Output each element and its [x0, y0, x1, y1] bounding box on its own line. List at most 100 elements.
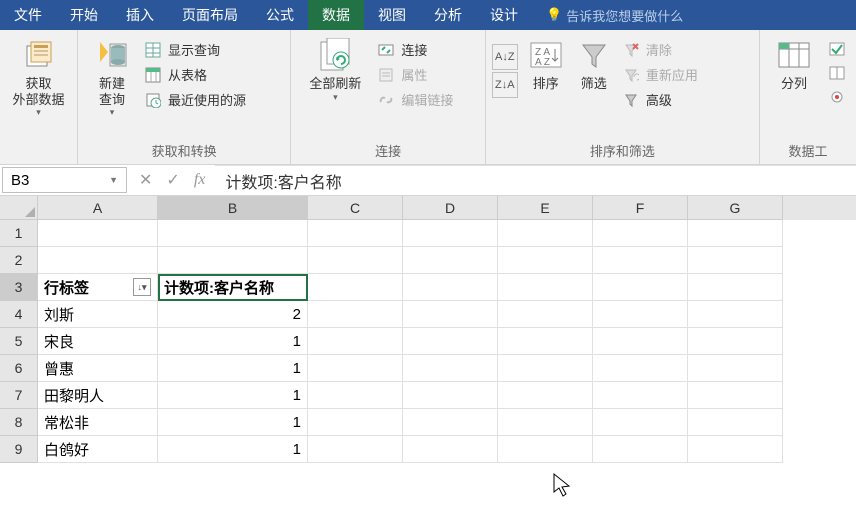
cell[interactable]: 刘斯	[38, 301, 158, 328]
tab-design[interactable]: 设计	[476, 0, 532, 30]
cell[interactable]	[403, 355, 498, 382]
fx-icon[interactable]: fx	[194, 171, 206, 189]
data-tool-1[interactable]	[824, 38, 850, 60]
col-header-g[interactable]: G	[688, 196, 783, 220]
cell[interactable]	[158, 247, 308, 274]
cell[interactable]	[593, 436, 688, 463]
cell[interactable]	[498, 301, 593, 328]
cell[interactable]	[593, 301, 688, 328]
tab-view[interactable]: 视图	[364, 0, 420, 30]
tell-me[interactable]: 💡告诉我您想要做什么	[532, 0, 697, 30]
cell[interactable]: 1	[158, 355, 308, 382]
cell[interactable]	[688, 328, 783, 355]
cell[interactable]	[38, 220, 158, 247]
filter-button[interactable]: 筛选	[570, 34, 618, 92]
tab-formula[interactable]: 公式	[252, 0, 308, 30]
cell[interactable]	[308, 247, 403, 274]
cell[interactable]	[688, 247, 783, 274]
cell[interactable]: 田黎明人	[38, 382, 158, 409]
sort-desc-button[interactable]: Z↓A	[492, 72, 518, 98]
col-header-c[interactable]: C	[308, 196, 403, 220]
cell[interactable]	[38, 247, 158, 274]
col-header-e[interactable]: E	[498, 196, 593, 220]
cell[interactable]	[593, 328, 688, 355]
row-header[interactable]: 7	[0, 382, 38, 409]
row-header[interactable]: 6	[0, 355, 38, 382]
cell[interactable]: 白鸧好	[38, 436, 158, 463]
cell[interactable]	[403, 247, 498, 274]
cell[interactable]	[688, 355, 783, 382]
cell[interactable]	[498, 436, 593, 463]
row-header[interactable]: 2	[0, 247, 38, 274]
cell[interactable]	[308, 274, 403, 301]
cell[interactable]: 1	[158, 328, 308, 355]
cell[interactable]	[308, 355, 403, 382]
cell[interactable]: 1	[158, 436, 308, 463]
text-to-columns-button[interactable]: 分列	[766, 34, 822, 92]
col-header-f[interactable]: F	[593, 196, 688, 220]
cell[interactable]	[688, 436, 783, 463]
cell[interactable]	[403, 328, 498, 355]
pivot-count-header[interactable]: 计数项:客户名称	[158, 274, 308, 301]
cell[interactable]	[688, 409, 783, 436]
new-query-button[interactable]: 新建 查询 ▾	[84, 34, 140, 118]
cell[interactable]	[308, 409, 403, 436]
cancel-formula-icon[interactable]: ✕	[139, 170, 152, 190]
cell[interactable]	[498, 220, 593, 247]
cell[interactable]	[308, 382, 403, 409]
name-box[interactable]: B3 ▼	[2, 167, 127, 193]
tab-data[interactable]: 数据	[308, 0, 364, 30]
cell[interactable]	[593, 274, 688, 301]
cell[interactable]: 宋良	[38, 328, 158, 355]
from-table-button[interactable]: 从表格	[140, 63, 250, 86]
connections-button[interactable]: 连接	[373, 38, 457, 61]
tab-layout[interactable]: 页面布局	[168, 0, 252, 30]
row-header[interactable]: 3	[0, 274, 38, 301]
cell[interactable]	[498, 247, 593, 274]
cell[interactable]	[688, 382, 783, 409]
edit-links-button[interactable]: 编辑链接	[373, 88, 457, 111]
col-header-a[interactable]: A	[38, 196, 158, 220]
cell[interactable]	[593, 220, 688, 247]
row-header[interactable]: 1	[0, 220, 38, 247]
formula-input[interactable]: 计数项:客户名称	[215, 165, 856, 195]
cell[interactable]	[498, 274, 593, 301]
cell[interactable]	[308, 436, 403, 463]
row-header[interactable]: 9	[0, 436, 38, 463]
cell[interactable]	[498, 382, 593, 409]
cell[interactable]	[403, 274, 498, 301]
cell[interactable]: 常松非	[38, 409, 158, 436]
sort-asc-button[interactable]: A↓Z	[492, 44, 518, 70]
data-tool-2[interactable]	[824, 62, 850, 84]
cell[interactable]	[403, 409, 498, 436]
col-header-b[interactable]: B	[158, 196, 308, 220]
cell[interactable]	[688, 220, 783, 247]
get-external-data-button[interactable]: 获取 外部数据 ▾	[6, 34, 71, 118]
cell[interactable]	[593, 382, 688, 409]
tab-insert[interactable]: 插入	[112, 0, 168, 30]
properties-button[interactable]: 属性	[373, 63, 457, 86]
col-header-d[interactable]: D	[403, 196, 498, 220]
cell[interactable]	[593, 355, 688, 382]
cell[interactable]: 曾惠	[38, 355, 158, 382]
cell[interactable]: 2	[158, 301, 308, 328]
advanced-filter-button[interactable]: 高级	[618, 88, 702, 111]
cell[interactable]	[403, 220, 498, 247]
cell[interactable]	[498, 328, 593, 355]
accept-formula-icon[interactable]: ✓	[166, 170, 179, 190]
data-tool-3[interactable]	[824, 86, 850, 108]
refresh-all-button[interactable]: 全部刷新 ▾	[297, 34, 373, 103]
cell[interactable]	[688, 274, 783, 301]
cell[interactable]	[403, 382, 498, 409]
cell[interactable]	[308, 328, 403, 355]
cell[interactable]	[403, 436, 498, 463]
cell[interactable]	[158, 220, 308, 247]
pivot-row-label-header[interactable]: 行标签↓▾	[38, 274, 158, 301]
select-all-corner[interactable]	[0, 196, 38, 220]
cell[interactable]	[308, 301, 403, 328]
cell[interactable]	[593, 409, 688, 436]
tab-file[interactable]: 文件	[0, 0, 56, 30]
cell[interactable]	[593, 247, 688, 274]
cell[interactable]	[688, 301, 783, 328]
show-queries-button[interactable]: 显示查询	[140, 38, 250, 61]
